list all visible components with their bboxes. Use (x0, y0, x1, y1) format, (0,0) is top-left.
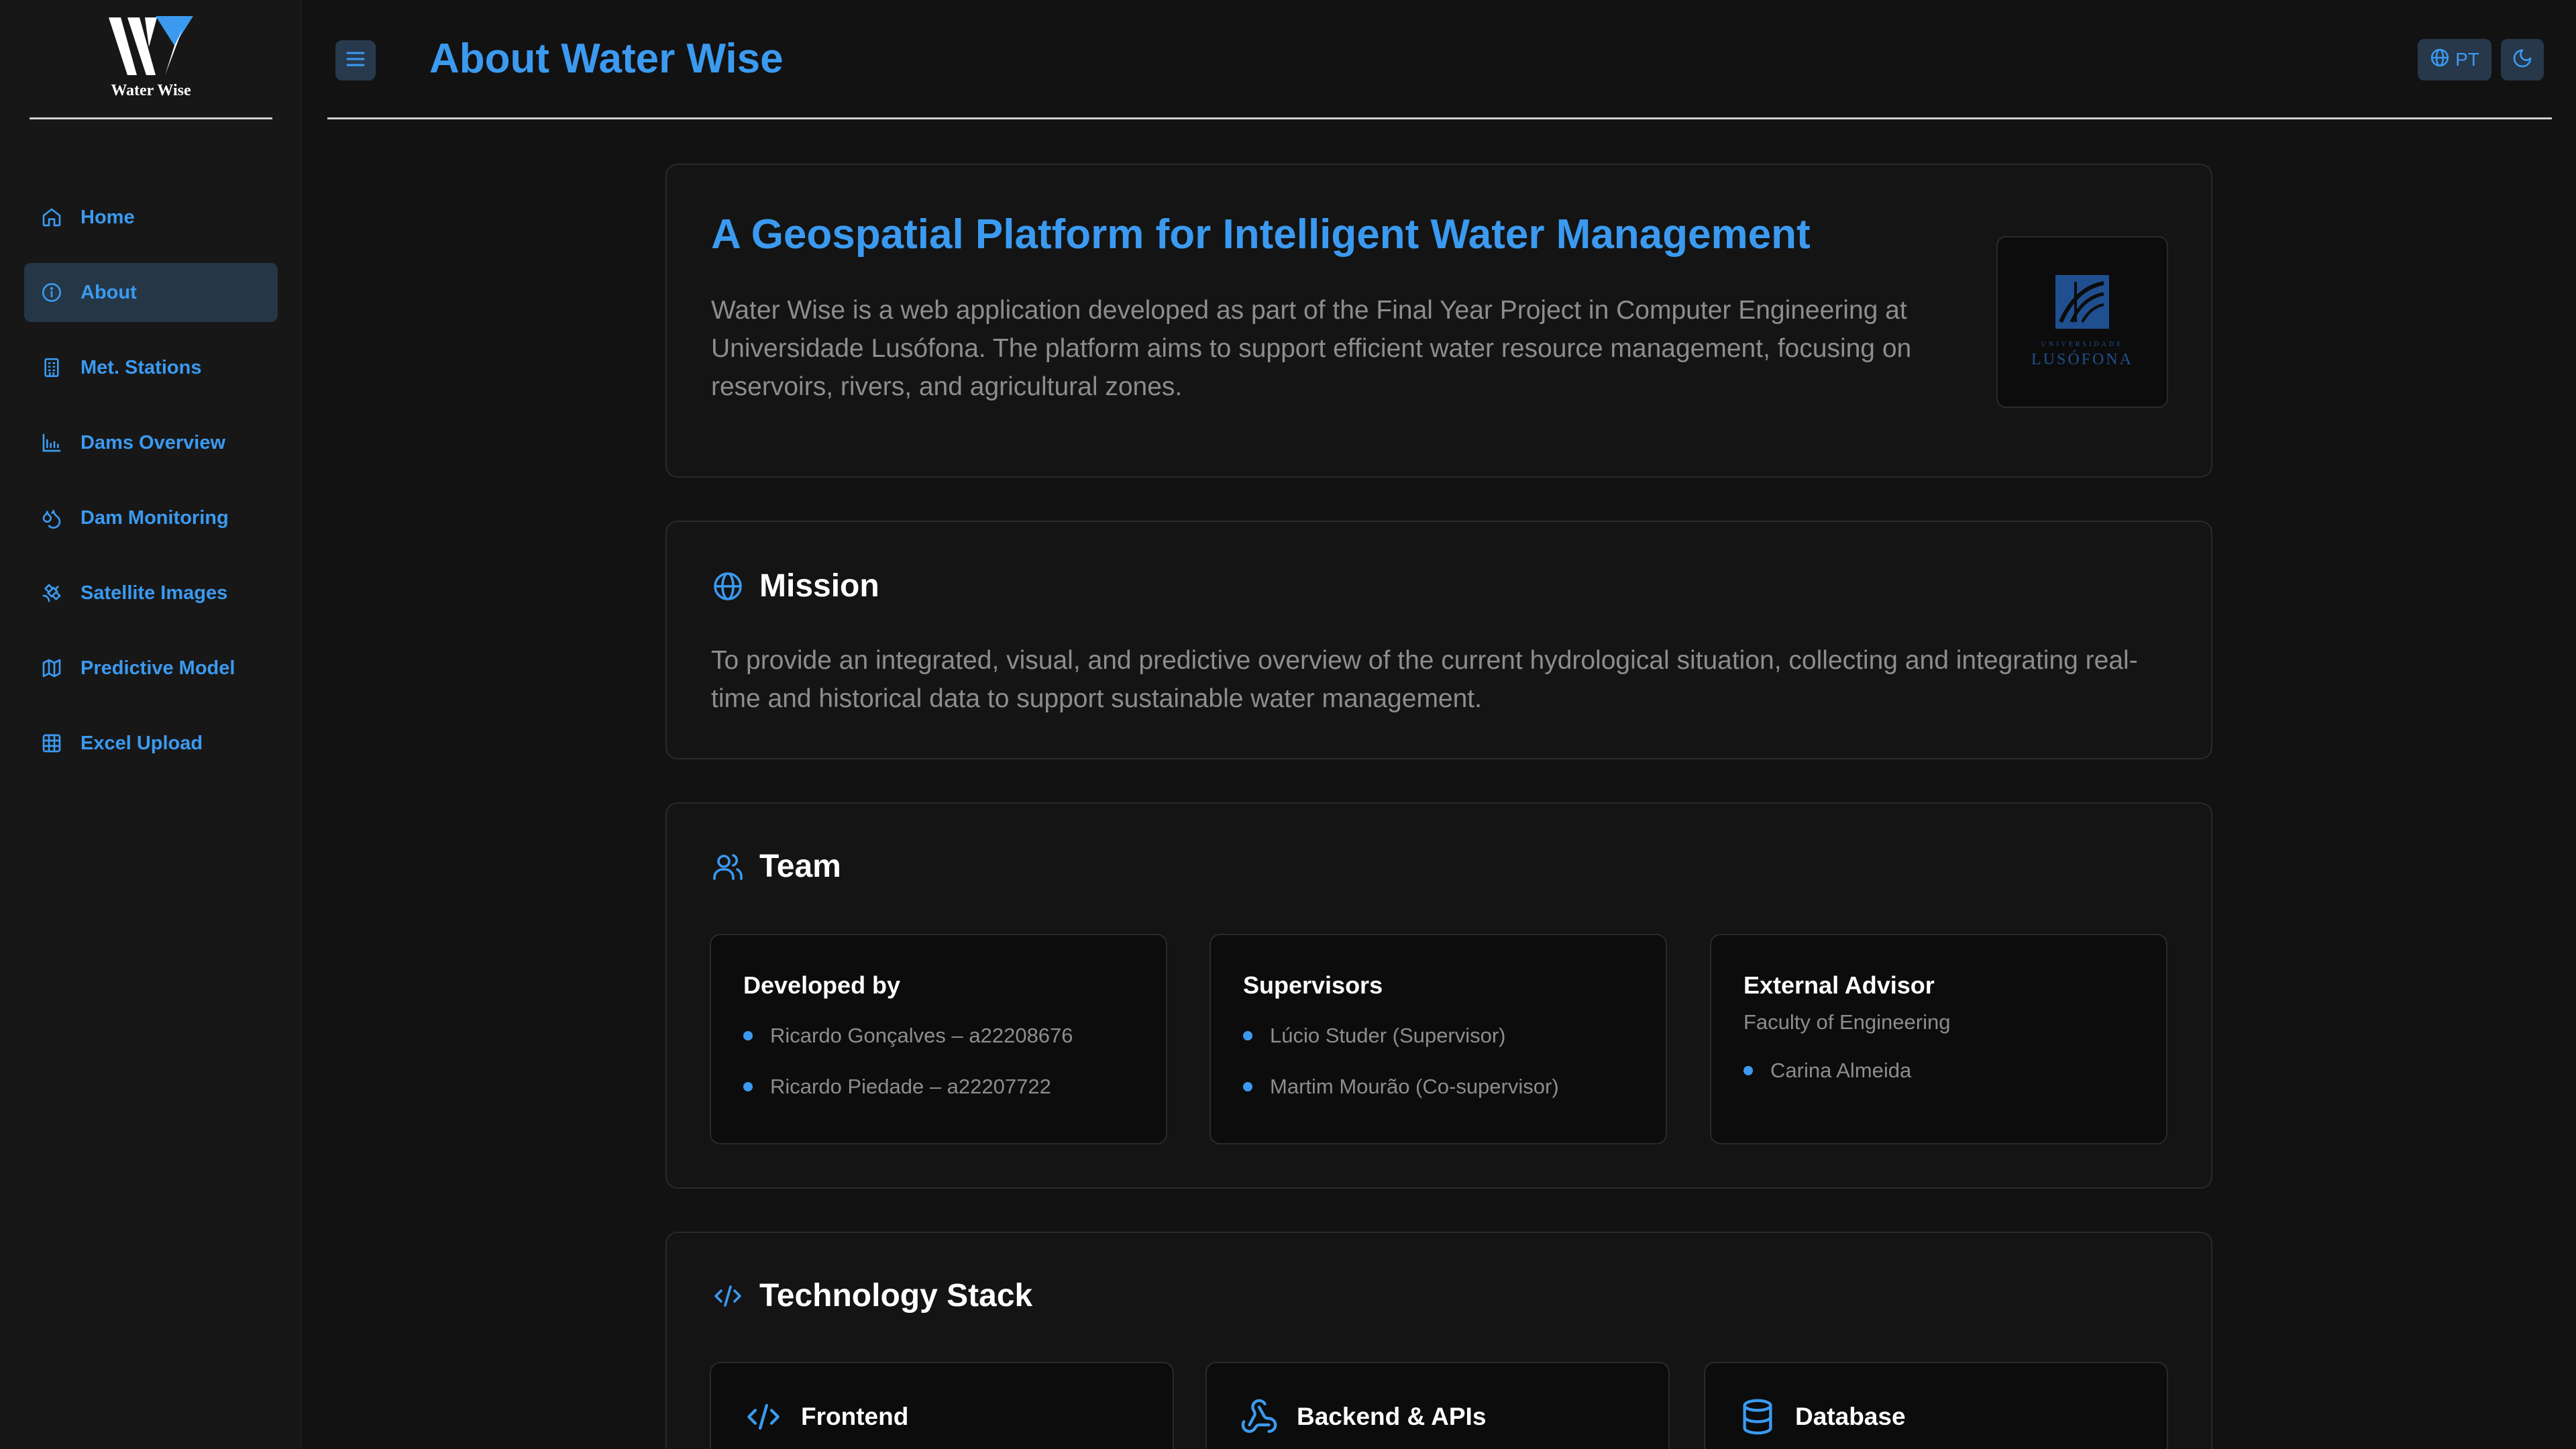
list-item: Lúcio Studer (Supervisor) (1243, 1010, 1559, 1061)
info-icon (40, 281, 63, 304)
tech-stack-title: Technology Stack (759, 1278, 1033, 1313)
droplets-icon (40, 506, 63, 529)
language-label: PT (2455, 49, 2479, 70)
moon-icon (2512, 48, 2533, 72)
developers-title: Developed by (743, 971, 901, 999)
member-name: Carina Almeida (1770, 1059, 1912, 1082)
mission-heading: Mission (711, 568, 879, 604)
university-logo-subtext: UNIVERSIDADE (2041, 341, 2124, 348)
logo-text: Water Wise (111, 82, 191, 99)
building-icon (40, 356, 63, 379)
member-name: Ricardo Gonçalves – a22208676 (770, 1024, 1073, 1047)
sidebar-item-dam-monitoring[interactable]: Dam Monitoring (24, 488, 278, 547)
sidebar-item-label: Excel Upload (80, 732, 203, 754)
sidebar-item-label: Home (80, 206, 135, 228)
team-title: Team (759, 849, 841, 884)
supervisors-list: Lúcio Studer (Supervisor) Martim Mourão … (1243, 1010, 1559, 1112)
sidebar-item-label: Predictive Model (80, 657, 235, 679)
webhook-icon (1239, 1397, 1279, 1437)
language-button[interactable]: PT (2418, 39, 2491, 80)
globe-icon (2430, 48, 2450, 72)
sidebar-item-dams-overview[interactable]: Dams Overview (24, 413, 278, 472)
sidebar-item-met-stations[interactable]: Met. Stations (24, 338, 278, 397)
mission-title: Mission (759, 568, 879, 604)
frontend-title: Frontend (801, 1403, 909, 1430)
mission-card: Mission To provide an integrated, visual… (665, 521, 2212, 759)
home-icon (40, 206, 63, 229)
sidebar-item-home[interactable]: Home (24, 188, 278, 247)
sidebar-item-satellite-images[interactable]: Satellite Images (24, 564, 278, 623)
top-header: About Water Wise PT (327, 0, 2552, 119)
bullet-icon (1243, 1082, 1252, 1091)
code-icon (711, 1279, 745, 1313)
satellite-icon (40, 582, 63, 604)
dam-chart-icon (40, 431, 63, 454)
member-name: Lúcio Studer (Supervisor) (1270, 1024, 1506, 1047)
frontend-heading: Frontend (743, 1397, 908, 1437)
database-title: Database (1795, 1403, 1906, 1430)
users-icon (711, 850, 745, 883)
menu-toggle-button[interactable] (335, 40, 376, 80)
team-card: Team Developed by Ricardo Gonçalves – a2… (665, 802, 2212, 1189)
sidebar-item-label: Satellite Images (80, 582, 228, 604)
university-logo: UNIVERSIDADE LUSÓFONA (1996, 236, 2168, 408)
hamburger-icon (343, 47, 368, 74)
intro-title: A Geospatial Platform for Intelligent Wa… (711, 211, 1811, 258)
backend-box: Backend & APIs (1205, 1362, 1670, 1449)
water-wise-logo-icon (109, 16, 193, 75)
list-item: Martim Mourão (Co-supervisor) (1243, 1061, 1559, 1112)
table-icon (40, 732, 63, 755)
sidebar-item-label: Dam Monitoring (80, 506, 229, 529)
sidebar-item-label: About (80, 281, 137, 303)
tech-stack-heading: Technology Stack (711, 1277, 1032, 1314)
database-heading: Database (1737, 1397, 1906, 1437)
app-logo[interactable]: Water Wise (30, 12, 272, 119)
map-icon (40, 657, 63, 680)
tech-stack-card: Technology Stack Frontend Backend & APIs… (665, 1232, 2212, 1449)
list-item: Ricardo Gonçalves – a22208676 (743, 1010, 1073, 1061)
list-item: Carina Almeida (1743, 1045, 1911, 1096)
frontend-box: Frontend (710, 1362, 1174, 1449)
list-item: Ricardo Piedade – a22207722 (743, 1061, 1073, 1112)
code-icon (743, 1397, 784, 1437)
sidebar-item-excel-upload[interactable]: Excel Upload (24, 714, 278, 773)
intro-card: A Geospatial Platform for Intelligent Wa… (665, 164, 2212, 478)
sidebar-item-predictive-model[interactable]: Predictive Model (24, 639, 278, 698)
external-advisor-list: Carina Almeida (1743, 1045, 1911, 1096)
external-advisor-box: External Advisor Faculty of Engineering … (1710, 934, 2167, 1144)
sidebar-item-label: Met. Stations (80, 356, 202, 378)
developers-box: Developed by Ricardo Gonçalves – a222086… (710, 934, 1167, 1144)
bullet-icon (1243, 1031, 1252, 1040)
university-logo-text: LUSÓFONA (2031, 351, 2133, 368)
backend-title: Backend & APIs (1297, 1403, 1487, 1430)
database-icon (1737, 1397, 1778, 1437)
member-name: Martim Mourão (Co-supervisor) (1270, 1075, 1559, 1098)
theme-toggle-button[interactable] (2501, 39, 2544, 80)
external-advisor-subtitle: Faculty of Engineering (1743, 1010, 1951, 1034)
sidebar-nav: Home About Met. Stations Dams Overview D… (24, 188, 278, 789)
intro-text: Water Wise is a web application develope… (711, 296, 1912, 401)
bullet-icon (743, 1082, 753, 1091)
supervisors-box: Supervisors Lúcio Studer (Supervisor) Ma… (1210, 934, 1667, 1144)
database-box: Database (1704, 1362, 2168, 1449)
bullet-icon (743, 1031, 753, 1040)
sidebar-item-about[interactable]: About (24, 263, 278, 322)
supervisors-title: Supervisors (1243, 971, 1383, 999)
mission-text: To provide an integrated, visual, and pr… (711, 646, 2138, 713)
member-name: Ricardo Piedade – a22207722 (770, 1075, 1051, 1098)
bullet-icon (1743, 1066, 1753, 1075)
university-emblem-icon (2055, 275, 2109, 329)
sidebar: Water Wise Home About Met. Stations Dams… (0, 0, 302, 1449)
globe-icon (711, 570, 745, 603)
developers-list: Ricardo Gonçalves – a22208676 Ricardo Pi… (743, 1010, 1073, 1112)
team-heading: Team (711, 848, 841, 885)
sidebar-item-label: Dams Overview (80, 431, 226, 453)
external-advisor-title: External Advisor (1743, 971, 1935, 999)
backend-heading: Backend & APIs (1239, 1397, 1486, 1437)
page-title: About Water Wise (429, 36, 784, 82)
